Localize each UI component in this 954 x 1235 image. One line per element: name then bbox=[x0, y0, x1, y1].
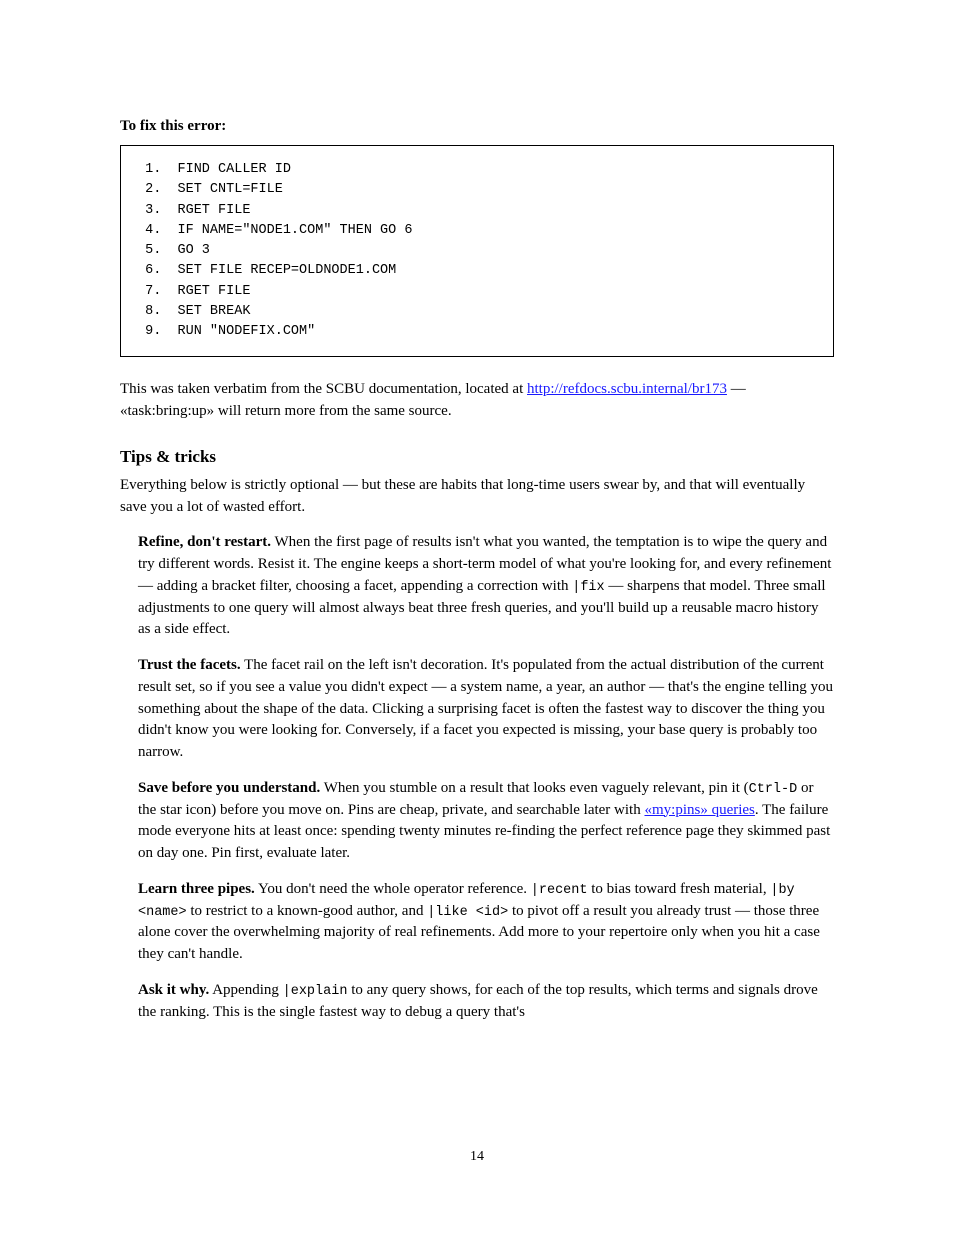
text: to bias toward fresh material, bbox=[587, 881, 770, 897]
code-line: 8. SET BREAK bbox=[137, 304, 250, 319]
pipe-explain: |explain bbox=[283, 984, 348, 999]
text: When you stumble on a result that looks … bbox=[320, 780, 748, 796]
heading-fix: To fix this error: bbox=[120, 118, 834, 135]
code-line: 4. IF NAME="NODE1.COM" THEN GO 6 bbox=[137, 223, 412, 238]
tip-ask-title: Ask it why. bbox=[138, 982, 209, 998]
tip-ask: Ask it why. Appending |explain to any qu… bbox=[138, 980, 834, 1024]
code-line: 5. GO 3 bbox=[137, 243, 210, 258]
code-line: 3. RGET FILE bbox=[137, 203, 250, 218]
tip-pipes: Learn three pipes. You don't need the wh… bbox=[138, 879, 834, 966]
pipe-fix: |fix bbox=[572, 580, 604, 595]
intro-resources: This was taken verbatim from the SCBU do… bbox=[120, 379, 834, 423]
code-line: 1. FIND CALLER ID bbox=[137, 162, 291, 177]
code-line: 2. SET CNTL=FILE bbox=[137, 182, 283, 197]
my-pins-link[interactable]: «my:pins» queries bbox=[644, 802, 754, 818]
tip-refine-title: Refine, don't restart. bbox=[138, 534, 271, 550]
pipe-like: |like <id> bbox=[427, 905, 508, 920]
page-content: To fix this error: 1. FIND CALLER ID 2. … bbox=[0, 0, 954, 1023]
page-number: 14 bbox=[0, 1149, 954, 1165]
refdocs-link[interactable]: http://refdocs.scbu.internal/br173 bbox=[527, 381, 727, 397]
tip-save: Save before you understand. When you stu… bbox=[138, 778, 834, 865]
text: You don't need the whole operator refere… bbox=[255, 881, 531, 897]
code-line: 9. RUN "NODEFIX.COM" bbox=[137, 324, 315, 339]
tips-title: Tips & tricks bbox=[120, 447, 834, 467]
code-block: 1. FIND CALLER ID 2. SET CNTL=FILE 3. RG… bbox=[120, 145, 834, 357]
tip-trust: Trust the facets. The facet rail on the … bbox=[138, 655, 834, 764]
text: The facet rail on the left isn't decorat… bbox=[138, 657, 833, 760]
tip-refine: Refine, don't restart. When the first pa… bbox=[138, 532, 834, 641]
text: Appending bbox=[209, 982, 282, 998]
text: to restrict to a known-good author, and bbox=[187, 903, 428, 919]
text: This was taken verbatim from the SCBU do… bbox=[120, 381, 527, 397]
code-line: 6. SET FILE RECEP=OLDNODE1.COM bbox=[137, 263, 396, 278]
tip-pipes-title: Learn three pipes. bbox=[138, 881, 255, 897]
tip-save-title: Save before you understand. bbox=[138, 780, 320, 796]
shortcut-pin: Ctrl-D bbox=[749, 782, 798, 797]
tip-trust-title: Trust the facets. bbox=[138, 657, 241, 673]
tips-intro: Everything below is strictly optional — … bbox=[120, 475, 834, 519]
code-line: 7. RGET FILE bbox=[137, 284, 250, 299]
pipe-recent: |recent bbox=[531, 883, 588, 898]
